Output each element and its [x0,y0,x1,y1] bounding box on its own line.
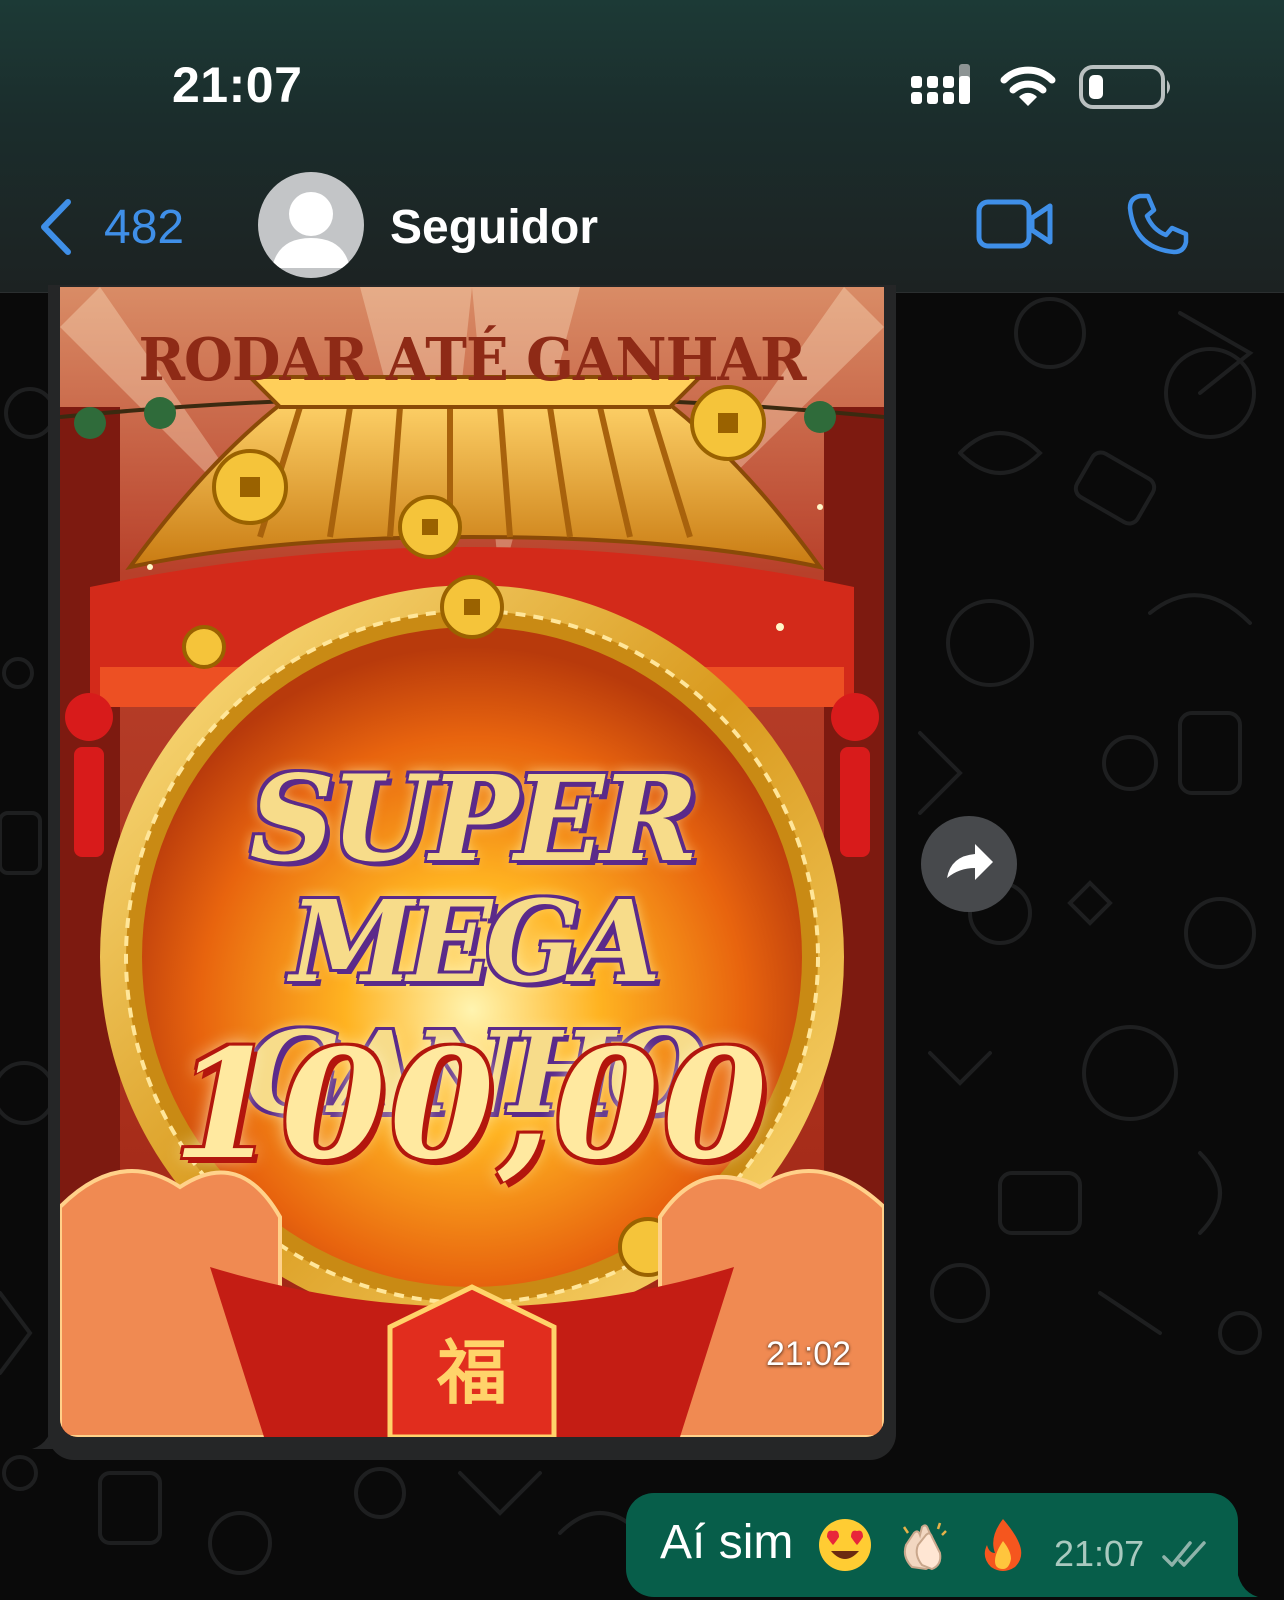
default-avatar-icon [272,192,350,268]
wifi-icon [1000,66,1056,106]
outgoing-message-text-row: Aí sim [660,1515,1031,1573]
outgoing-message-time: 21:07 [1054,1533,1145,1574]
back-unread-count[interactable]: 482 [104,200,184,255]
forward-button[interactable] [921,816,1017,912]
heart-eyes-emoji-icon [818,1519,871,1572]
fire-emoji-icon [985,1519,1022,1572]
outgoing-message-bubble[interactable]: Aí sim 21:07 [626,1493,1238,1597]
back-icon[interactable] [36,198,74,256]
battery-icon [1079,65,1170,109]
outgoing-bubble-tail [1224,1563,1258,1597]
banner-text: RODAR ATÉ GANHAR [138,325,807,395]
contact-avatar[interactable] [258,172,364,278]
chat-area[interactable]: 福 RODAR ATÉ GANHAR SUPER MEGA GANHO 100,… [0,285,1284,1600]
win-title-line1: SUPER [249,749,699,888]
win-amount: 100,00 [172,1017,772,1193]
read-receipt-double-check-icon [1162,1541,1206,1567]
forward-arrow-icon [947,844,993,880]
chat-header: 21:07 482 Seguidor [0,0,1284,293]
image-timestamp: 21:02 [766,1335,852,1373]
outgoing-message-text: Aí sim [660,1516,794,1569]
contact-name[interactable]: Seguidor [390,200,598,255]
cellular-signal-icon [911,64,970,104]
chat-screen: 21:07 482 Seguidor 福 RODAR ATÉ GANHAR SU… [0,0,1284,1600]
video-call-icon[interactable] [976,196,1054,252]
shared-game-screenshot[interactable]: 福 RODAR ATÉ GANHAR SUPER MEGA GANHO 100,… [60,287,884,1437]
clapping-hands-emoji-icon [902,1522,947,1571]
status-time: 21:07 [172,57,303,113]
fu-character: 福 [436,1331,507,1414]
phone-call-icon[interactable] [1126,192,1190,256]
